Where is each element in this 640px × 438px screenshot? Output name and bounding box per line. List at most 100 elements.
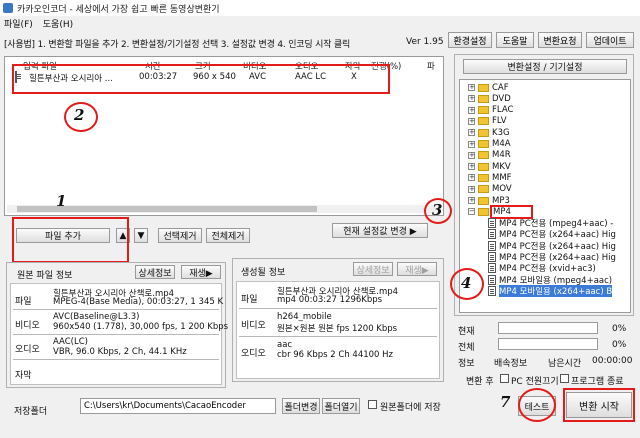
request-button[interactable]: 변환요청 — [538, 32, 582, 48]
tree-preset-item[interactable]: MP4 PC전용 (mpeg4+aac) - — [488, 218, 613, 229]
remove-all-button[interactable]: 전체제거 — [206, 228, 250, 243]
preset-file-icon — [488, 218, 496, 229]
expand-icon[interactable]: + — [468, 174, 475, 182]
open-folder-button[interactable]: 폴더열기 — [322, 398, 360, 414]
progress-total-label: 전체 — [458, 343, 475, 353]
tree-items: + CAF + DVD + FLAC + FLV + K3G + M4A + M4R + MKV + MMF + MO… — [468, 82, 630, 312]
annotation-number-7: 7 — [500, 393, 511, 411]
tree-folder-caf[interactable]: + CAF — [468, 82, 509, 93]
preset-file-icon — [488, 240, 496, 251]
save-folder-path[interactable] — [80, 398, 276, 414]
tree-preset-label: MP4 PC전용 (x264+aac) Hig — [499, 253, 616, 263]
env-settings-button[interactable]: 환경설정 — [448, 32, 492, 48]
tree-folder-mov[interactable]: + MOV — [468, 184, 512, 195]
folder-icon — [478, 196, 489, 205]
apply-settings-button[interactable]: 현재 설정값 변경 ▶ — [332, 223, 428, 238]
expand-icon[interactable]: + — [468, 106, 475, 114]
tree-preset-label: MP4 PC전용 (x264+aac) Hig — [499, 241, 616, 252]
remaining-time-label: 남은시간 — [548, 359, 582, 369]
window-title: 카카오인코더 - 세상에서 가장 쉽고 빠른 동영상변환기 — [17, 4, 220, 15]
menu-file[interactable]: 파일(F) — [4, 17, 33, 30]
settings-tree[interactable]: + CAF + DVD + FLAC + FLV + K3G + M4A + M4R + MKV + MMF + MO… — [459, 79, 631, 313]
annotation-box-add-file — [12, 217, 129, 263]
annotation-number-1: 1 — [56, 192, 67, 210]
tree-folder-mkv[interactable]: + MKV — [468, 161, 511, 172]
tree-folder-flv[interactable]: + FLV — [468, 116, 507, 127]
tree-folder-label: K3G — [492, 127, 510, 138]
divider — [13, 309, 219, 310]
tree-folder-label: CAF — [492, 82, 509, 93]
expand-icon[interactable]: + — [468, 197, 475, 204]
folder-icon — [478, 207, 489, 216]
expand-icon[interactable]: + — [468, 129, 475, 137]
tree-preset-label: MP4 PC전용 (xvid+ac3) — [499, 264, 596, 275]
annotation-circle-test — [518, 388, 556, 422]
tree-folder-m4a[interactable]: + M4A — [468, 139, 511, 150]
output-info-body: 파일 힐튼부산과 오시리아 산책로.mp4 mp4 00:03:27 1296K… — [236, 281, 440, 379]
tree-preset-item[interactable]: MP4 PC전용 (x264+aac) Hig — [488, 252, 616, 263]
folder-icon — [478, 94, 489, 103]
source-audio-label: 오디오 — [15, 345, 40, 355]
tree-preset-item[interactable]: MP4 모바일용 (x264+aac) B — [488, 284, 613, 297]
preset-file-icon — [488, 263, 496, 274]
collapse-icon[interactable]: − — [468, 208, 475, 216]
expand-icon[interactable]: + — [468, 117, 475, 125]
tree-folder-k3g[interactable]: + K3G — [468, 127, 510, 138]
annotation-number-2: 2 — [74, 106, 85, 124]
expand-icon[interactable]: + — [468, 151, 475, 159]
divider — [13, 359, 219, 360]
folder-icon — [478, 128, 489, 137]
tree-folder-flac[interactable]: + FLAC — [468, 105, 513, 116]
program-exit-label: 프로그램 종료 — [571, 377, 624, 387]
menu-help[interactable]: 도움(H) — [43, 17, 73, 30]
tree-folder-dvd[interactable]: + DVD — [468, 93, 511, 104]
tree-folder-label: M4A — [492, 139, 511, 149]
output-video-label: 비디오 — [241, 321, 266, 331]
source-play-button[interactable]: 재생▶ — [181, 265, 221, 279]
tree-folder-mp3[interactable]: + MP3 — [468, 195, 510, 206]
expand-icon[interactable]: + — [468, 163, 475, 171]
change-folder-button[interactable]: 폴더변경 — [282, 398, 320, 414]
col-extra[interactable]: 파 — [427, 60, 435, 72]
tree-folder-m4r[interactable]: + M4R — [468, 150, 511, 161]
output-detail-button[interactable]: 상세정보 — [353, 262, 393, 276]
expand-icon[interactable]: + — [468, 95, 475, 103]
source-detail-button[interactable]: 상세정보 — [135, 265, 175, 279]
tree-folder-mp4[interactable]: − MP4 — [468, 204, 533, 219]
expand-icon[interactable]: + — [468, 140, 475, 148]
pc-off-checkbox[interactable] — [500, 374, 509, 383]
annotation-box-file-row — [12, 64, 390, 94]
menu-bar: 파일(F) 도움(H) — [0, 16, 640, 31]
update-button[interactable]: 업데이트 — [586, 32, 634, 48]
tree-folder-label: MKV — [492, 161, 511, 172]
folder-icon — [478, 162, 489, 171]
source-video-label: 비디오 — [15, 321, 40, 331]
folder-icon — [478, 106, 489, 115]
save-to-source-checkbox[interactable] — [368, 400, 377, 409]
usage-instructions: [사용법] 1. 변환할 파일을 추가 2. 변환설정/기기설정 선택 3. 설… — [4, 40, 351, 50]
source-file-label: 파일 — [15, 297, 32, 307]
help-button[interactable]: 도움말 — [496, 32, 534, 48]
folder-icon — [478, 140, 489, 148]
expand-icon[interactable]: + — [468, 185, 475, 193]
expand-icon[interactable]: + — [468, 84, 475, 91]
tree-folder-label: MP4 — [490, 204, 533, 219]
remove-selected-button[interactable]: 선택제거 — [158, 228, 202, 243]
program-exit-checkbox[interactable] — [560, 374, 569, 383]
horizontal-scrollbar[interactable] — [7, 205, 441, 213]
tree-preset-item[interactable]: MP4 모바일용 (mpeg4+aac) — [488, 274, 612, 286]
move-down-button[interactable]: ▼ — [134, 228, 148, 243]
output-play-button[interactable]: 재생▶ — [397, 262, 437, 276]
speed-info-label: 배속정보 — [494, 359, 528, 369]
folder-icon — [478, 83, 489, 92]
tree-folder-mmf[interactable]: + MMF — [468, 172, 512, 183]
progress-current-value: 0% — [612, 324, 627, 334]
folder-icon — [478, 151, 489, 160]
tree-preset-item[interactable]: MP4 PC전용 (x264+aac) Hig — [488, 240, 616, 252]
tree-preset-item[interactable]: MP4 PC전용 (x264+aac) Hig — [488, 229, 616, 240]
source-audio-meta: VBR, 96.0 Kbps, 2 Ch, 44.1 KHz — [53, 347, 187, 357]
source-subtitle-label: 자막 — [15, 371, 32, 381]
output-audio-codec: aac — [277, 340, 293, 350]
tree-preset-item[interactable]: MP4 PC전용 (xvid+ac3) — [488, 263, 596, 274]
annotation-box-start — [563, 388, 635, 422]
